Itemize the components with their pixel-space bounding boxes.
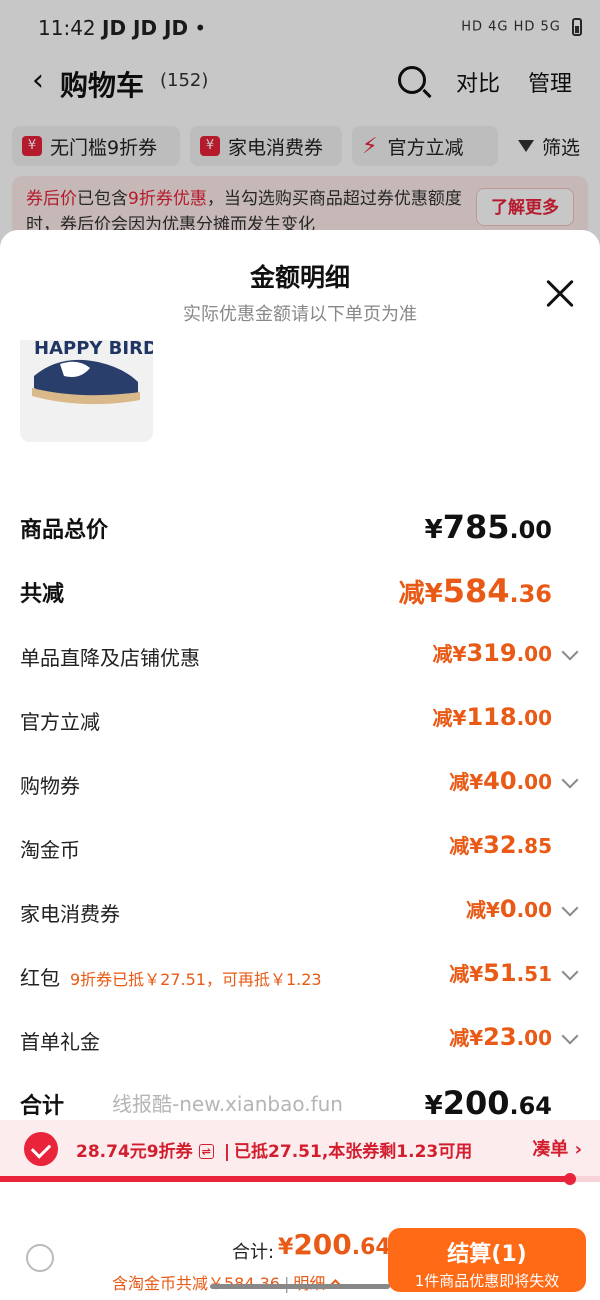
row-taojinbi: 淘金币 减¥32.85 (20, 828, 580, 868)
amount-int: 785 (442, 508, 510, 546)
amount-int: 32 (483, 831, 517, 859)
total-label: 合计: (232, 1242, 275, 1263)
amount-prefix: 减¥ (465, 898, 500, 922)
amount-dec: .00 (516, 770, 552, 794)
chevron-down-icon[interactable] (561, 899, 579, 917)
row-first-order-gift[interactable]: 首单礼金 减¥23.00 (20, 1020, 580, 1060)
row-label: 官方立减 (20, 710, 100, 734)
amount-prefix: 减¥ (432, 706, 467, 730)
coupon-progress-bar: 28.74元9折券 ⇌ | 已抵27.51,本张券剩1.23可用 凑单 › (0, 1120, 600, 1178)
amount-int: 0 (499, 895, 517, 923)
checkout-label: 结算(1) (447, 1242, 527, 1267)
row-amount: ¥785.00 (425, 508, 552, 546)
product-thumbnail: HAPPY BIRDS DAY (20, 340, 153, 442)
row-amount: 减¥319.00 (433, 638, 552, 667)
row-total-price: 商品总价 ¥785.00 (20, 506, 580, 546)
row-label: 家电消费券 (20, 902, 120, 926)
row-amount: 减¥584.36 (399, 572, 552, 610)
coupon-amount-text: 28.74元9折券 (76, 1142, 193, 1162)
row-amount: 减¥40.00 (449, 766, 552, 795)
amount-dec: .00 (516, 642, 552, 666)
row-amount: 减¥0.00 (466, 894, 552, 923)
amount-dec: .00 (516, 1026, 552, 1050)
amount-dec: .00 (516, 898, 552, 922)
row-label: 淘金币 (20, 838, 80, 862)
amount-int: 319 (466, 639, 517, 667)
amount-dec: .51 (516, 962, 552, 986)
sneaker-image: HAPPY BIRDS DAY (20, 340, 153, 442)
amount-int: 23 (483, 1023, 517, 1051)
swap-icon[interactable]: ⇌ (198, 1144, 214, 1159)
row-label: 购物券 (20, 774, 80, 798)
amount-int: 40 (483, 767, 517, 795)
amount-dec: .85 (516, 834, 552, 858)
row-amount: 减¥51.51 (449, 958, 552, 987)
row-label: 首单礼金 (20, 1030, 100, 1054)
row-amount: 减¥23.00 (449, 1022, 552, 1051)
home-indicator[interactable] (210, 1284, 390, 1289)
amount-int: 118 (466, 703, 517, 731)
chevron-down-icon[interactable] (561, 771, 579, 789)
checkmark-icon[interactable] (24, 1132, 58, 1166)
amount-dec: .64 (509, 1092, 552, 1120)
amount-prefix: 减¥ (449, 770, 484, 794)
amount-int: 200 (442, 1084, 510, 1122)
amount-prefix: ¥ (278, 1235, 294, 1260)
amount-prefix: 减¥ (449, 1026, 484, 1050)
chevron-down-icon[interactable] (561, 1027, 579, 1045)
amount-prefix: 减¥ (398, 579, 443, 609)
product-image-text: HAPPY BIRDS DAY (34, 340, 153, 359)
sheet-title: 金额明细 (249, 263, 350, 292)
row-shopping-coupon[interactable]: 购物券 减¥40.00 (20, 764, 580, 804)
amount-int: 584 (442, 572, 510, 610)
checkout-sublabel: 1件商品优惠即将失效 (414, 1272, 560, 1290)
row-red-packet[interactable]: 红包 9折券已抵￥27.51，可再抵￥1.23 减¥51.51 (20, 956, 580, 996)
row-label: 共减 (20, 582, 65, 607)
amount-prefix: ¥ (424, 1091, 443, 1121)
row-label: 红包 9折券已抵￥27.51，可再抵￥1.23 (20, 962, 322, 991)
amount-dec: .00 (516, 706, 552, 730)
checkout-button[interactable]: 结算(1) 1件商品优惠即将失效 (388, 1228, 586, 1292)
row-amount: 减¥32.85 (449, 830, 552, 859)
row-appliance-coupon[interactable]: 家电消费券 减¥0.00 (20, 892, 580, 932)
select-all-checkbox[interactable] (26, 1244, 54, 1272)
row-amount: ¥200.64 (425, 1084, 552, 1122)
row-sum: 合计 线报酷-new.xianbao.fun ¥200.64 (20, 1082, 580, 1122)
chevron-down-icon[interactable] (561, 963, 579, 981)
amount-int: 51 (483, 959, 517, 987)
amount-prefix: ¥ (424, 515, 443, 545)
close-icon[interactable] (540, 274, 580, 314)
amount-dec: .64 (351, 1235, 391, 1260)
row-label: 单品直降及店铺优惠 (20, 646, 200, 670)
add-items-link[interactable]: 凑单 › (532, 1135, 582, 1161)
coupon-separator: | (223, 1142, 231, 1162)
total-discount-summary[interactable]: 含淘金币共减￥584.36|明细 (112, 1270, 343, 1294)
coupon-progress-track (0, 1173, 600, 1185)
row-label: 合计 (20, 1094, 65, 1119)
sheet-subtitle: 实际优惠金额请以下单页为准 (183, 304, 417, 325)
row-total-discount: 共减 减¥584.36 (20, 570, 580, 610)
coupon-progress-knob (564, 1173, 576, 1185)
amount-dec: .00 (509, 516, 552, 544)
total-amount: ¥200.64 (278, 1228, 391, 1261)
coupon-progress-fill (0, 1176, 570, 1182)
chevron-down-icon[interactable] (561, 643, 579, 661)
coupon-text: 28.74元9折券 ⇌ | 已抵27.51,本张券剩1.23可用 (76, 1137, 472, 1162)
amount-detail-sheet: 金额明细 实际优惠金额请以下单页为准 HAPPY BIRDS DAY 商品总价 … (0, 230, 600, 1300)
red-packet-note: 9折券已抵￥27.51，可再抵￥1.23 (70, 970, 322, 989)
row-label: 商品总价 (20, 518, 109, 543)
row-official-discount: 官方立减 减¥118.00 (20, 700, 580, 740)
amount-dec: .36 (509, 580, 552, 608)
row-amount: 减¥118.00 (433, 702, 552, 731)
watermark-text: 线报酷-new.xianbao.fun (112, 1092, 343, 1116)
amount-prefix: 减¥ (432, 642, 467, 666)
amount-int: 200 (293, 1228, 352, 1261)
amount-prefix: 减¥ (449, 834, 484, 858)
row-shop-discount[interactable]: 单品直降及店铺优惠 减¥319.00 (20, 636, 580, 676)
red-packet-label: 红包 (20, 966, 60, 990)
amount-prefix: 减¥ (449, 962, 484, 986)
coupon-remaining-text: 已抵27.51,本张券剩1.23可用 (234, 1142, 473, 1162)
